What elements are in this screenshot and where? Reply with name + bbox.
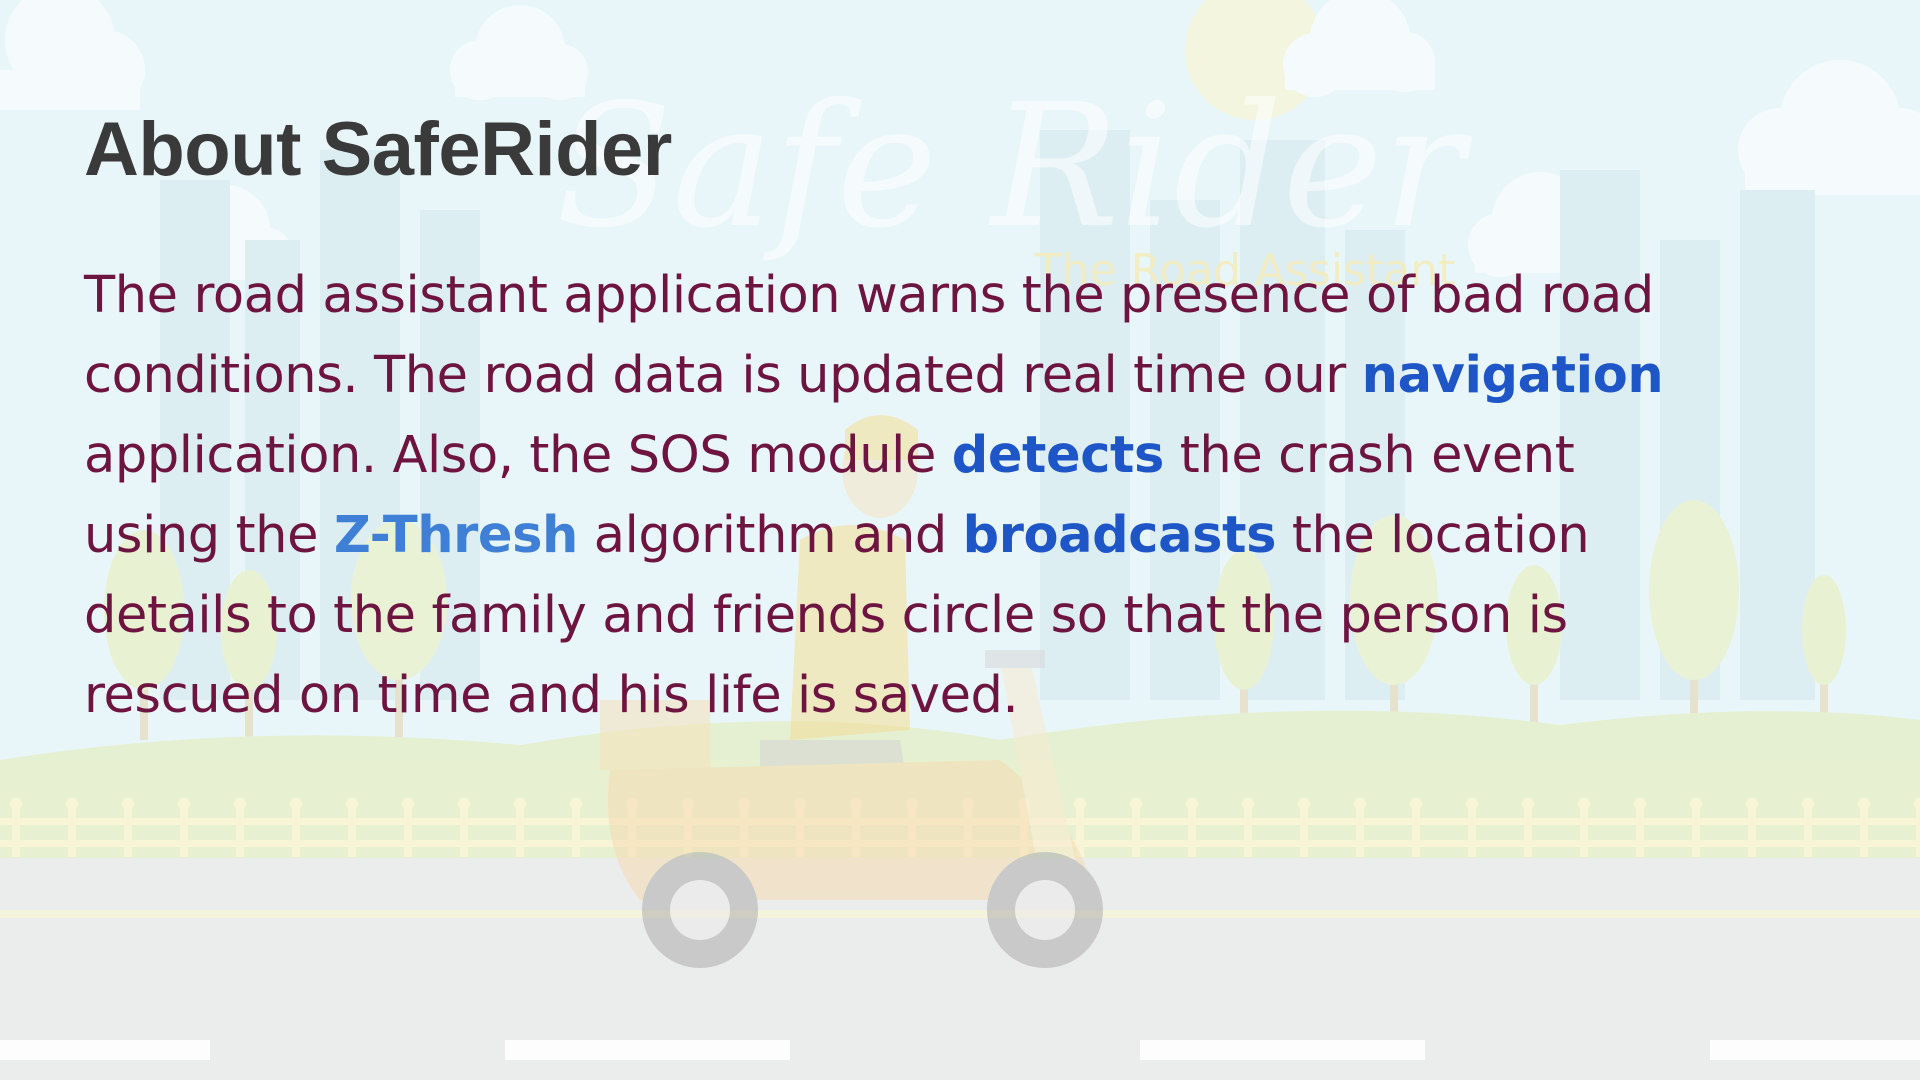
text-segment: using the (84, 506, 334, 565)
text-segment: rescued on time and his life is saved. (84, 666, 1019, 725)
text-segment: conditions. The road data is updated rea… (84, 346, 1362, 405)
highlighted-keyword: navigation (1361, 346, 1664, 405)
text-segment: the crash event (1163, 426, 1575, 485)
slide-title: About SafeRider (84, 107, 672, 192)
highlighted-keyword: Z-Thresh (333, 506, 578, 565)
text-segment: The road assistant application warns the… (84, 266, 1654, 325)
paragraph-line: rescued on time and his life is saved. (84, 656, 1824, 736)
text-segment: application. Also, the SOS module (84, 426, 952, 485)
text-segment: details to the family and friends circle… (84, 586, 1568, 645)
slide: Safe Rider The Road Assistant About Safe… (0, 0, 1920, 1080)
body-paragraph: The road assistant application warns the… (84, 256, 1824, 736)
highlighted-keyword: detects (951, 426, 1165, 485)
paragraph-line: The road assistant application warns the… (84, 256, 1824, 336)
paragraph-line: details to the family and friends circle… (84, 576, 1824, 656)
text-segment: algorithm and (577, 506, 963, 565)
paragraph-line: application. Also, the SOS module detect… (84, 416, 1824, 496)
text-segment: the location (1276, 506, 1590, 565)
paragraph-line: conditions. The road data is updated rea… (84, 336, 1824, 416)
highlighted-keyword: broadcasts (962, 506, 1277, 565)
paragraph-line: using the Z-Thresh algorithm and broadca… (84, 496, 1824, 576)
